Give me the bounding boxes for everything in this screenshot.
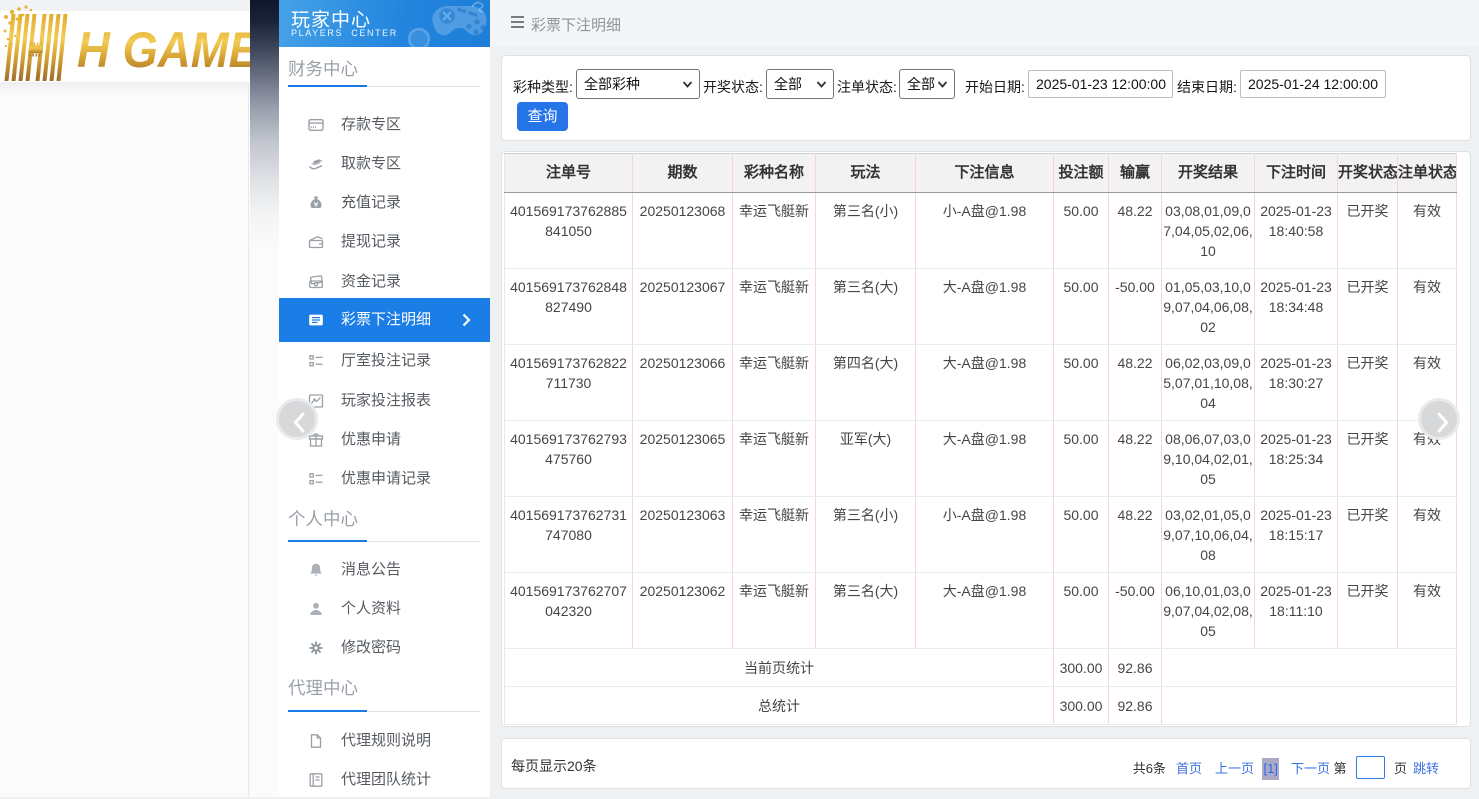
svg-text:H GAME: H GAME	[77, 22, 251, 78]
